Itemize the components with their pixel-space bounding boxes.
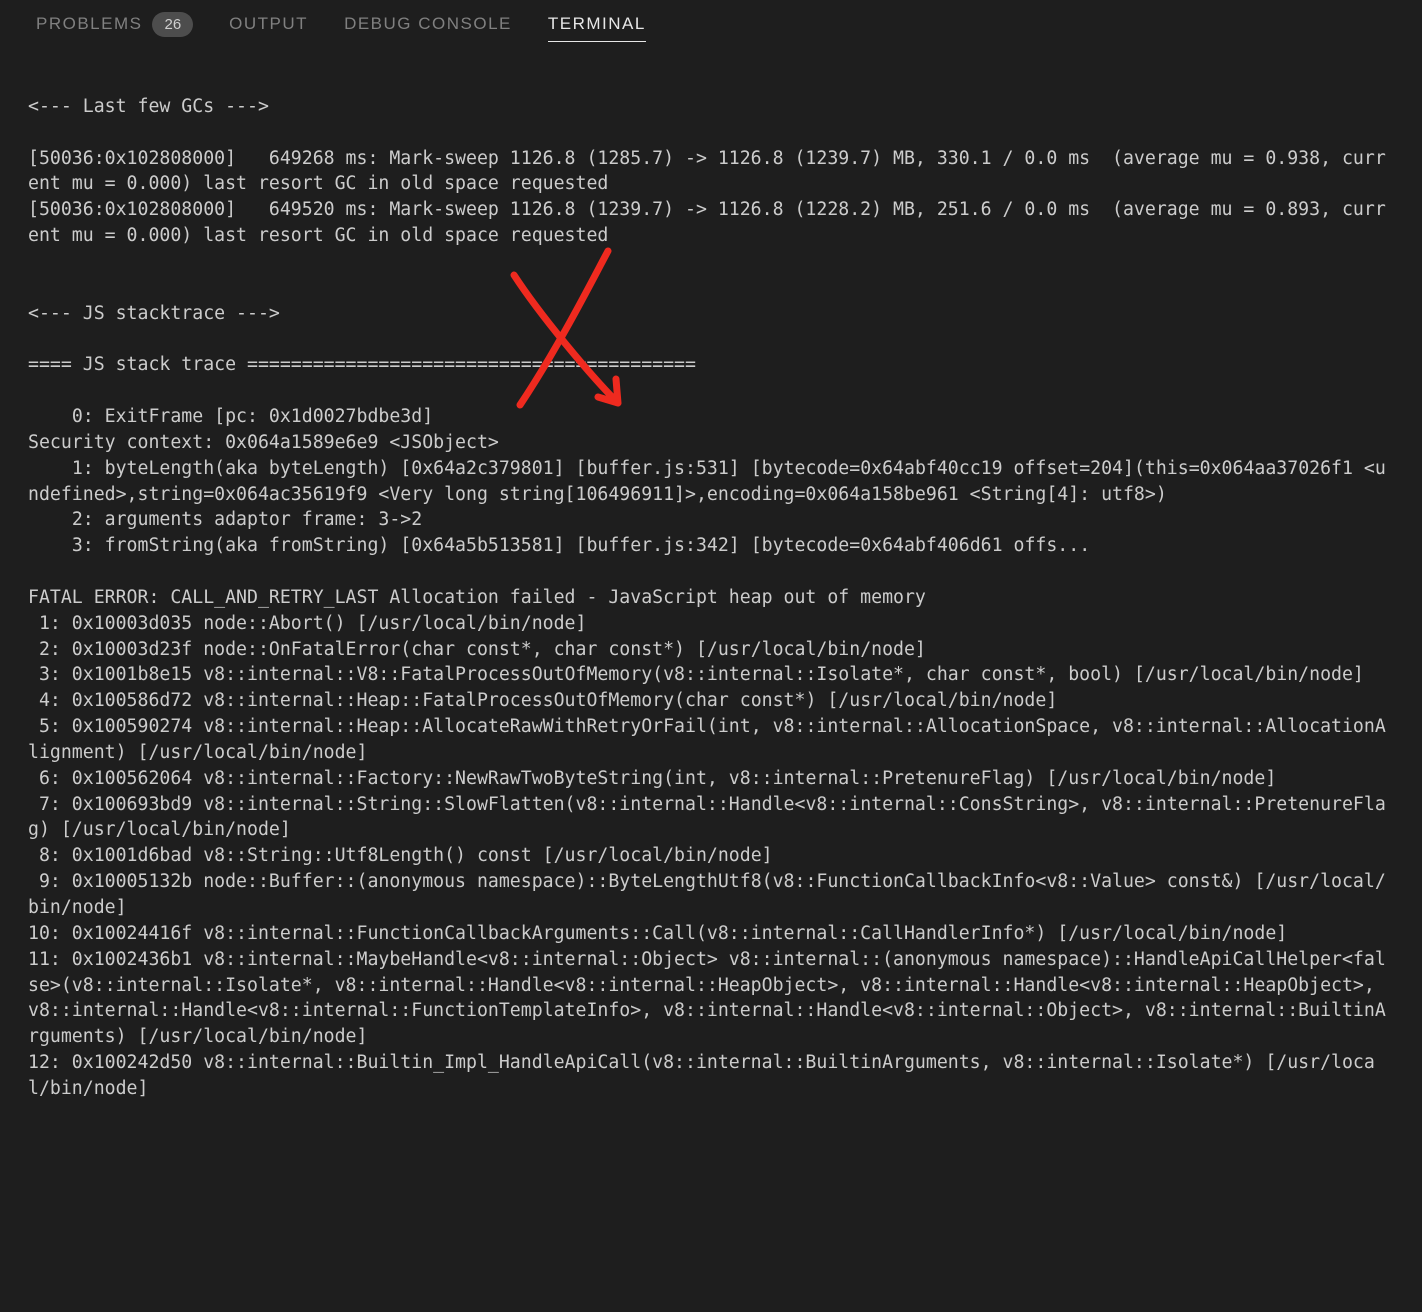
tab-label: OUTPUT	[229, 12, 308, 36]
panel-tabbar: PROBLEMS 26 OUTPUT DEBUG CONSOLE TERMINA…	[0, 0, 1422, 48]
tab-debug-console[interactable]: DEBUG CONSOLE	[344, 12, 512, 36]
problems-count-badge: 26	[152, 12, 193, 37]
tab-label: PROBLEMS	[36, 12, 142, 36]
tab-problems[interactable]: PROBLEMS 26	[36, 12, 193, 37]
tab-label: TERMINAL	[548, 12, 646, 36]
tab-output[interactable]: OUTPUT	[229, 12, 308, 36]
terminal-output[interactable]: <--- Last few GCs ---> [50036:0x10280800…	[0, 48, 1422, 1102]
tab-label: DEBUG CONSOLE	[344, 12, 512, 36]
tab-terminal[interactable]: TERMINAL	[548, 12, 646, 43]
